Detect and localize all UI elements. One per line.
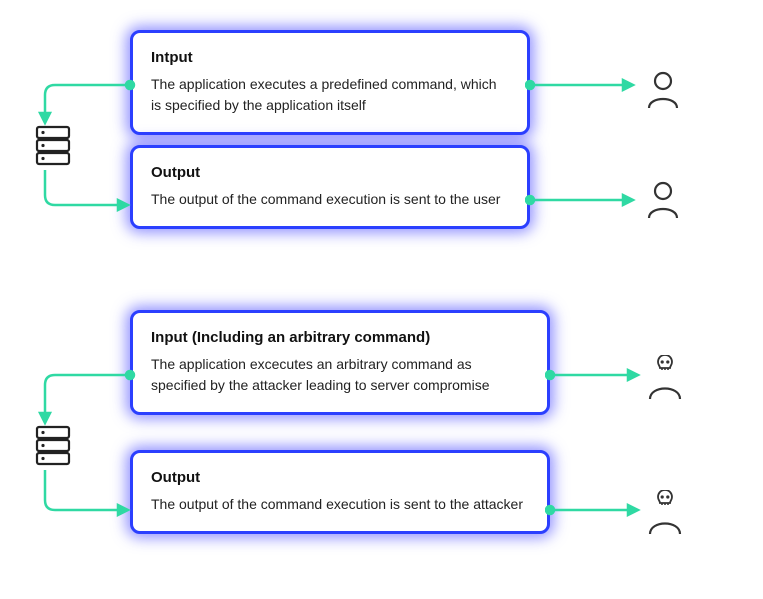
- scenario-normal: Intput The application executes a predef…: [0, 30, 763, 260]
- card-title: Output: [151, 164, 509, 181]
- card-body: The application excecutes an arbitrary c…: [151, 354, 529, 396]
- card-normal-input: Intput The application executes a predef…: [130, 30, 530, 135]
- card-title: Intput: [151, 49, 509, 66]
- card-attack-output: Output The output of the command executi…: [130, 450, 550, 534]
- card-body: The application executes a predefined co…: [151, 74, 509, 116]
- flow-right: [525, 30, 665, 260]
- flow-left: [0, 30, 140, 260]
- flow-left: [0, 310, 140, 570]
- card-body: The output of the command execution is s…: [151, 189, 509, 210]
- flow-right: [545, 310, 685, 570]
- card-title: Output: [151, 469, 529, 486]
- card-body: The output of the command execution is s…: [151, 494, 529, 515]
- card-normal-output: Output The output of the command executi…: [130, 145, 530, 229]
- scenario-attack: Input (Including an arbitrary command) T…: [0, 310, 763, 570]
- card-title: Input (Including an arbitrary command): [151, 329, 529, 346]
- card-attack-input: Input (Including an arbitrary command) T…: [130, 310, 550, 415]
